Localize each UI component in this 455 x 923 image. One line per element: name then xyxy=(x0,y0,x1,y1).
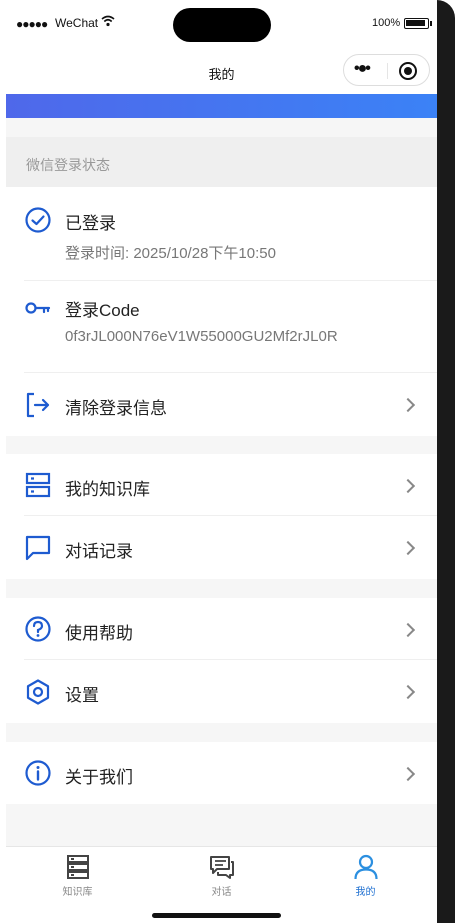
miniprogram-capsule: •●• xyxy=(343,54,430,86)
menu-item-label: 关于我们 xyxy=(65,768,133,787)
menu-item-label: 对话记录 xyxy=(65,542,133,561)
tab-label: 对话 xyxy=(211,887,232,898)
login-card: 已登录 登录时间: 2025/10/28下午10:50 登录Code 0f3rJ… xyxy=(6,187,437,436)
tab-chat[interactable]: 对话 xyxy=(150,847,293,907)
clear-login-button[interactable]: 清除登录信息 xyxy=(6,373,437,436)
menu-item-label: 设置 xyxy=(65,686,99,705)
home-indicator xyxy=(152,913,281,918)
tab-knowledge-base[interactable]: 知识库 xyxy=(6,847,149,907)
wifi-icon xyxy=(101,15,115,27)
tab-me[interactable]: 我的 xyxy=(294,847,437,907)
tab-bar: 知识库 对话 我的 xyxy=(6,846,437,923)
status-bar: ●●●●● WeChat 100% xyxy=(6,0,437,48)
chevron-right-icon xyxy=(400,766,416,782)
menu-item-settings[interactable]: 设置 xyxy=(6,660,437,723)
header-banner xyxy=(6,94,437,118)
battery-percent: 100% xyxy=(372,17,401,29)
user-icon xyxy=(354,854,378,880)
dynamic-island xyxy=(173,8,271,42)
chat-icon xyxy=(210,856,234,879)
menu-item-about[interactable]: 关于我们 xyxy=(6,742,437,804)
phone-screen: ●●●●● WeChat 100% 我的 •●• 微信登录状态 已登录 登录时间… xyxy=(6,0,437,923)
menu-item-help[interactable]: 使用帮助 xyxy=(6,598,437,660)
battery-tip xyxy=(430,21,432,26)
database-icon xyxy=(67,855,89,879)
signal-indicator: ●●●●● xyxy=(16,17,48,31)
tab-label: 我的 xyxy=(355,887,376,898)
device-frame xyxy=(437,0,455,923)
help-icon xyxy=(25,616,51,642)
close-miniprogram-icon[interactable] xyxy=(399,62,417,80)
menu-group-2: 使用帮助 设置 xyxy=(6,598,437,723)
tab-label: 知识库 xyxy=(62,887,93,898)
nav-bar: 我的 •●• xyxy=(6,48,437,94)
database-icon xyxy=(25,472,51,498)
chevron-right-icon xyxy=(400,397,416,413)
more-icon[interactable]: •●• xyxy=(354,60,371,78)
capsule-divider xyxy=(387,63,388,79)
chevron-right-icon xyxy=(400,622,416,638)
logout-icon xyxy=(26,392,50,418)
login-code-value: 0f3rJL000N76eV1W55000GU2Mf2rJL0R xyxy=(65,328,338,345)
check-circle-icon xyxy=(25,207,51,233)
section-label: 微信登录状态 xyxy=(26,157,110,173)
menu-group-1: 我的知识库 对话记录 xyxy=(6,454,437,579)
carrier-name: WeChat xyxy=(55,16,99,30)
battery-icon xyxy=(404,18,429,29)
clear-login-label: 清除登录信息 xyxy=(65,399,167,418)
settings-icon xyxy=(26,679,50,705)
menu-item-label: 使用帮助 xyxy=(65,624,133,643)
login-code-title: 登录Code xyxy=(65,301,140,320)
login-code-row: 登录Code 0f3rJL000N76eV1W55000GU2Mf2rJL0R xyxy=(6,281,437,373)
chevron-right-icon xyxy=(400,478,416,494)
login-status-title: 已登录 xyxy=(65,214,116,233)
menu-group-3: 关于我们 xyxy=(6,742,437,804)
login-time: 登录时间: 2025/10/28下午10:50 xyxy=(65,245,276,262)
menu-item-knowledge-base[interactable]: 我的知识库 xyxy=(6,454,437,516)
key-icon xyxy=(25,302,51,314)
message-icon xyxy=(25,535,51,561)
chevron-right-icon xyxy=(400,684,416,700)
section-header: 微信登录状态 xyxy=(6,137,437,187)
menu-item-chat-history[interactable]: 对话记录 xyxy=(6,516,437,579)
login-status-row: 已登录 登录时间: 2025/10/28下午10:50 xyxy=(6,187,437,281)
info-icon xyxy=(25,760,51,786)
chevron-right-icon xyxy=(400,540,416,556)
menu-item-label: 我的知识库 xyxy=(65,480,150,499)
